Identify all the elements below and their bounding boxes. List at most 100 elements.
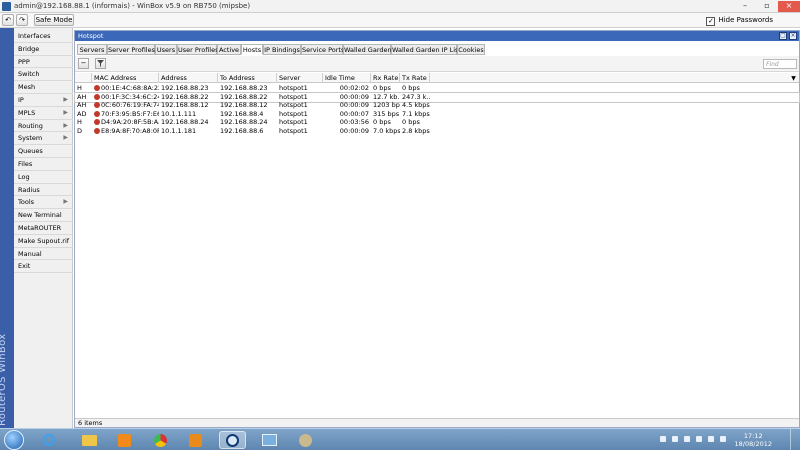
column-header-to-address[interactable]: To Address <box>218 73 277 83</box>
mac-value: 0C:60:76:19:FA:74 <box>101 101 159 110</box>
network-taskbar-icon[interactable] <box>256 431 283 449</box>
winbox-taskbar-icon[interactable] <box>219 431 246 449</box>
main-toolbar: ↶ ↷ Safe Mode ✓ Hide Passwords <box>0 13 800 28</box>
column-header-mac-address[interactable]: MAC Address <box>92 73 159 83</box>
window-title: admin@192.168.88.1 (informais) - WinBox … <box>14 2 251 10</box>
tab-servers[interactable]: Servers <box>77 44 107 55</box>
menu-item-label: Routing <box>18 121 43 130</box>
menu-item-label: Tools <box>18 198 35 207</box>
menu-item-label: MetaROUTER <box>18 224 62 232</box>
column-header-server[interactable]: Server <box>277 73 323 83</box>
menu-item-mesh[interactable]: Mesh <box>14 81 73 94</box>
tab-walled-garden[interactable]: Walled Garden <box>343 44 392 55</box>
maximize-button[interactable]: ▫ <box>756 1 778 12</box>
tab-server-profiles[interactable]: Server Profiles <box>107 44 155 55</box>
hotspot-close-button[interactable]: × <box>789 32 797 40</box>
tab-walled-garden-ip-list[interactable]: Walled Garden IP List <box>391 44 461 55</box>
menu-item-make-supout-rif[interactable]: Make Supout.rif <box>14 235 73 248</box>
media-player-taskbar-icon[interactable] <box>111 431 138 449</box>
hide-passwords-toggle[interactable]: ✓ Hide Passwords <box>706 16 773 26</box>
submenu-arrow-icon: ▶ <box>63 108 68 116</box>
remove-button[interactable]: − <box>78 58 89 69</box>
submenu-arrow-icon: ▶ <box>63 198 68 206</box>
cell-to-address: 192.168.88.6 <box>220 127 264 135</box>
hotspot-restore-button[interactable]: ▢ <box>779 32 787 40</box>
column-header-idle-time[interactable]: Idle Time <box>323 73 371 83</box>
hosts-toolbar: − Find <box>75 56 799 72</box>
menu-item-bridge[interactable]: Bridge <box>14 43 73 56</box>
hide-passwords-checkbox[interactable]: ✓ <box>706 17 716 26</box>
menu-item-label: MPLS <box>18 108 36 117</box>
column-header-tx-rate[interactable]: Tx Rate <box>400 73 430 83</box>
menu-item-routing[interactable]: Routing ▶ <box>14 120 73 133</box>
safe-mode-button[interactable]: Safe Mode <box>34 14 74 26</box>
cell-server: hotspot1 <box>279 127 308 135</box>
mac-value: D4:9A:20:8F:5B:AA <box>101 118 159 127</box>
tray-expand-icon[interactable] <box>660 436 666 442</box>
menu-item-manual[interactable]: Manual <box>14 248 73 261</box>
menu-item-tools[interactable]: Tools ▶ <box>14 196 73 210</box>
tab-service-ports[interactable]: Service Ports <box>301 44 344 55</box>
redo-button[interactable]: ↷ <box>16 14 28 26</box>
menu-item-interfaces[interactable]: Interfaces <box>14 30 73 43</box>
start-button-icon[interactable] <box>4 430 24 450</box>
cell-address: 10.1.1.181 <box>161 127 197 135</box>
host-icon <box>94 128 100 134</box>
column-chooser-button[interactable]: ▼ <box>789 74 798 83</box>
menu-item-switch[interactable]: Switch <box>14 68 73 82</box>
minimize-button[interactable]: – <box>734 1 756 12</box>
menu-item-metarouter[interactable]: MetaROUTER <box>14 222 73 235</box>
hosts-table-header: MAC Address Address To Address Server Idle T… <box>75 73 799 83</box>
hosts-table-body: H 00:1E:4C:68:8A:22 192.168.88.23 192.168.8… <box>74 84 800 144</box>
column-header-rx-rate[interactable]: Rx Rate <box>371 73 400 83</box>
menu-item-queues[interactable]: Queues <box>14 145 73 158</box>
find-input[interactable]: Find <box>763 59 797 69</box>
tray-flag-icon[interactable] <box>684 436 690 442</box>
menu-item-exit[interactable]: Exit <box>14 260 73 274</box>
tray-app-icon[interactable] <box>672 436 678 442</box>
tab-cookies[interactable]: Cookies <box>457 44 485 55</box>
tab-hosts[interactable]: Hosts <box>241 44 263 55</box>
menu-item-log[interactable]: Log <box>14 171 73 184</box>
tray-battery-icon[interactable] <box>720 436 726 442</box>
menu-item-mpls[interactable]: MPLS ▶ <box>14 107 73 120</box>
cell-flag: D <box>77 127 83 135</box>
tray-network-icon[interactable] <box>696 436 702 442</box>
winbox-side-strip: RouterOS WinBox <box>0 28 14 428</box>
mac-value: 00:1F:3C:34:6C:24 <box>101 92 159 101</box>
mac-value: 00:1E:4C:68:8A:22 <box>101 84 159 92</box>
filter-button[interactable] <box>95 58 106 69</box>
menu-item-radius[interactable]: Radius <box>14 184 73 197</box>
chrome-taskbar-icon[interactable] <box>147 431 174 449</box>
cell-mac: E8:9A:8F:70:A8:0F <box>92 127 159 136</box>
menu-item-ip[interactable]: IP ▶ <box>14 94 73 107</box>
explorer-taskbar-icon[interactable] <box>76 431 103 449</box>
column-header-address[interactable]: Address <box>159 73 218 83</box>
show-desktop-button[interactable] <box>790 429 800 451</box>
menu-item-label: Mesh <box>18 83 36 92</box>
tab-ip-bindings[interactable]: IP Bindings <box>263 44 301 55</box>
cell-idle: 00:00:09 <box>339 127 369 135</box>
host-icon <box>94 119 100 126</box>
main-menu: Interfaces Bridge PPP Switch Mesh IP ▶ MPLS ▶ Rou… <box>14 28 73 428</box>
taskbar-clock[interactable]: 17:12 18/08/2012 <box>735 432 772 448</box>
menu-item-system[interactable]: System ▶ <box>14 132 73 146</box>
paint-taskbar-icon[interactable] <box>292 431 319 449</box>
tray-volume-icon[interactable] <box>708 436 714 442</box>
tab-active[interactable]: Active <box>217 44 241 55</box>
menu-item-label: PPP <box>18 57 30 66</box>
table-row[interactable]: D E8:9A:8F:70:A8:0F 10.1.1.181 192.168.88.6… <box>75 127 799 136</box>
undo-button[interactable]: ↶ <box>2 14 14 26</box>
close-button[interactable]: × <box>778 1 800 12</box>
submenu-arrow-icon: ▶ <box>63 121 68 129</box>
windows-taskbar: 17:12 18/08/2012 <box>0 428 800 451</box>
ie-taskbar-icon[interactable] <box>35 431 62 449</box>
tab-users[interactable]: Users <box>155 44 177 55</box>
tab-user-profiles[interactable]: User Profiles <box>177 44 218 55</box>
column-header-flags[interactable] <box>75 73 92 83</box>
menu-item-ppp[interactable]: PPP <box>14 56 73 69</box>
outlook-taskbar-icon[interactable] <box>182 431 209 449</box>
menu-item-files[interactable]: Files <box>14 158 73 171</box>
menu-item-label: IP <box>18 96 24 104</box>
menu-item-new-terminal[interactable]: New Terminal <box>14 209 73 222</box>
